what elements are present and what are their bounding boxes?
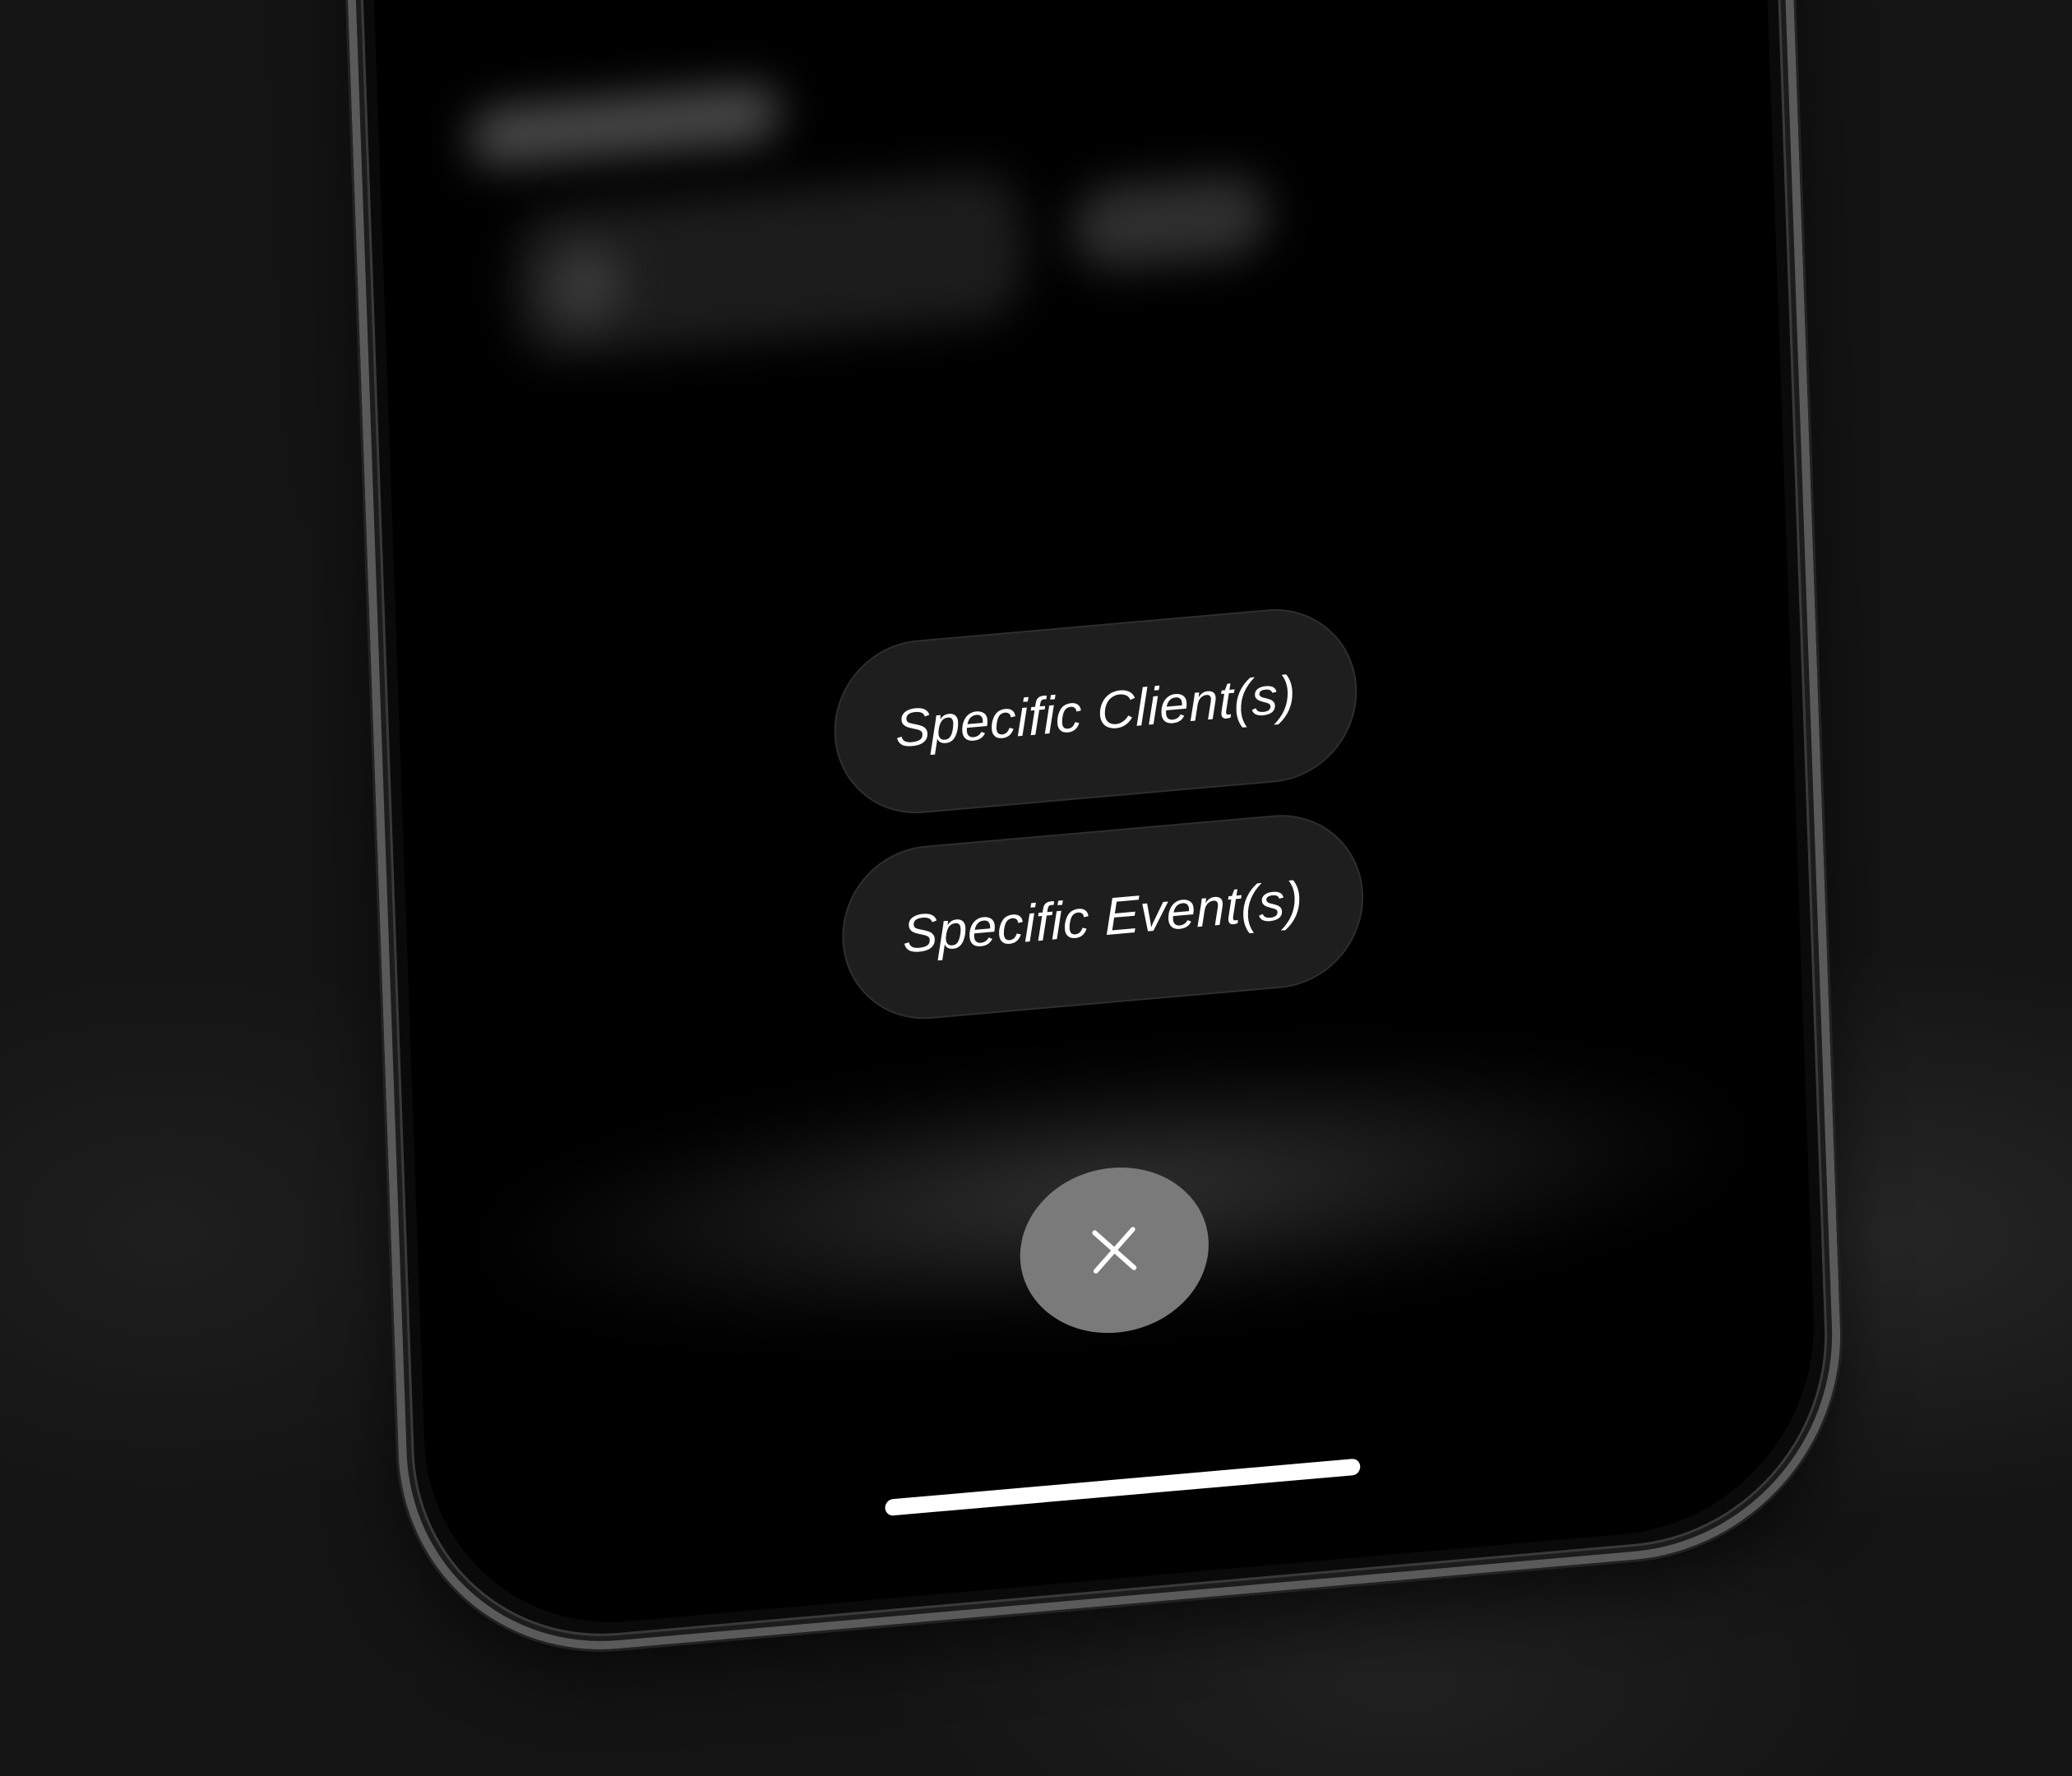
home-indicator[interactable]	[885, 1458, 1361, 1517]
options-menu: Specific Client(s) Specific Event(s)	[398, 564, 1801, 1064]
close-icon	[1092, 1227, 1137, 1274]
scene: Specific Client(s) Specific Event(s)	[0, 0, 2072, 1776]
phone-screen: Specific Client(s) Specific Event(s)	[365, 0, 1821, 1639]
specific-clients-button[interactable]: Specific Client(s)	[831, 602, 1360, 821]
specific-events-button[interactable]: Specific Event(s)	[839, 807, 1367, 1027]
blurred-header-title	[468, 82, 782, 168]
blurred-chip	[1071, 172, 1270, 272]
phone-frame: Specific Client(s) Specific Event(s)	[339, 0, 1848, 1667]
